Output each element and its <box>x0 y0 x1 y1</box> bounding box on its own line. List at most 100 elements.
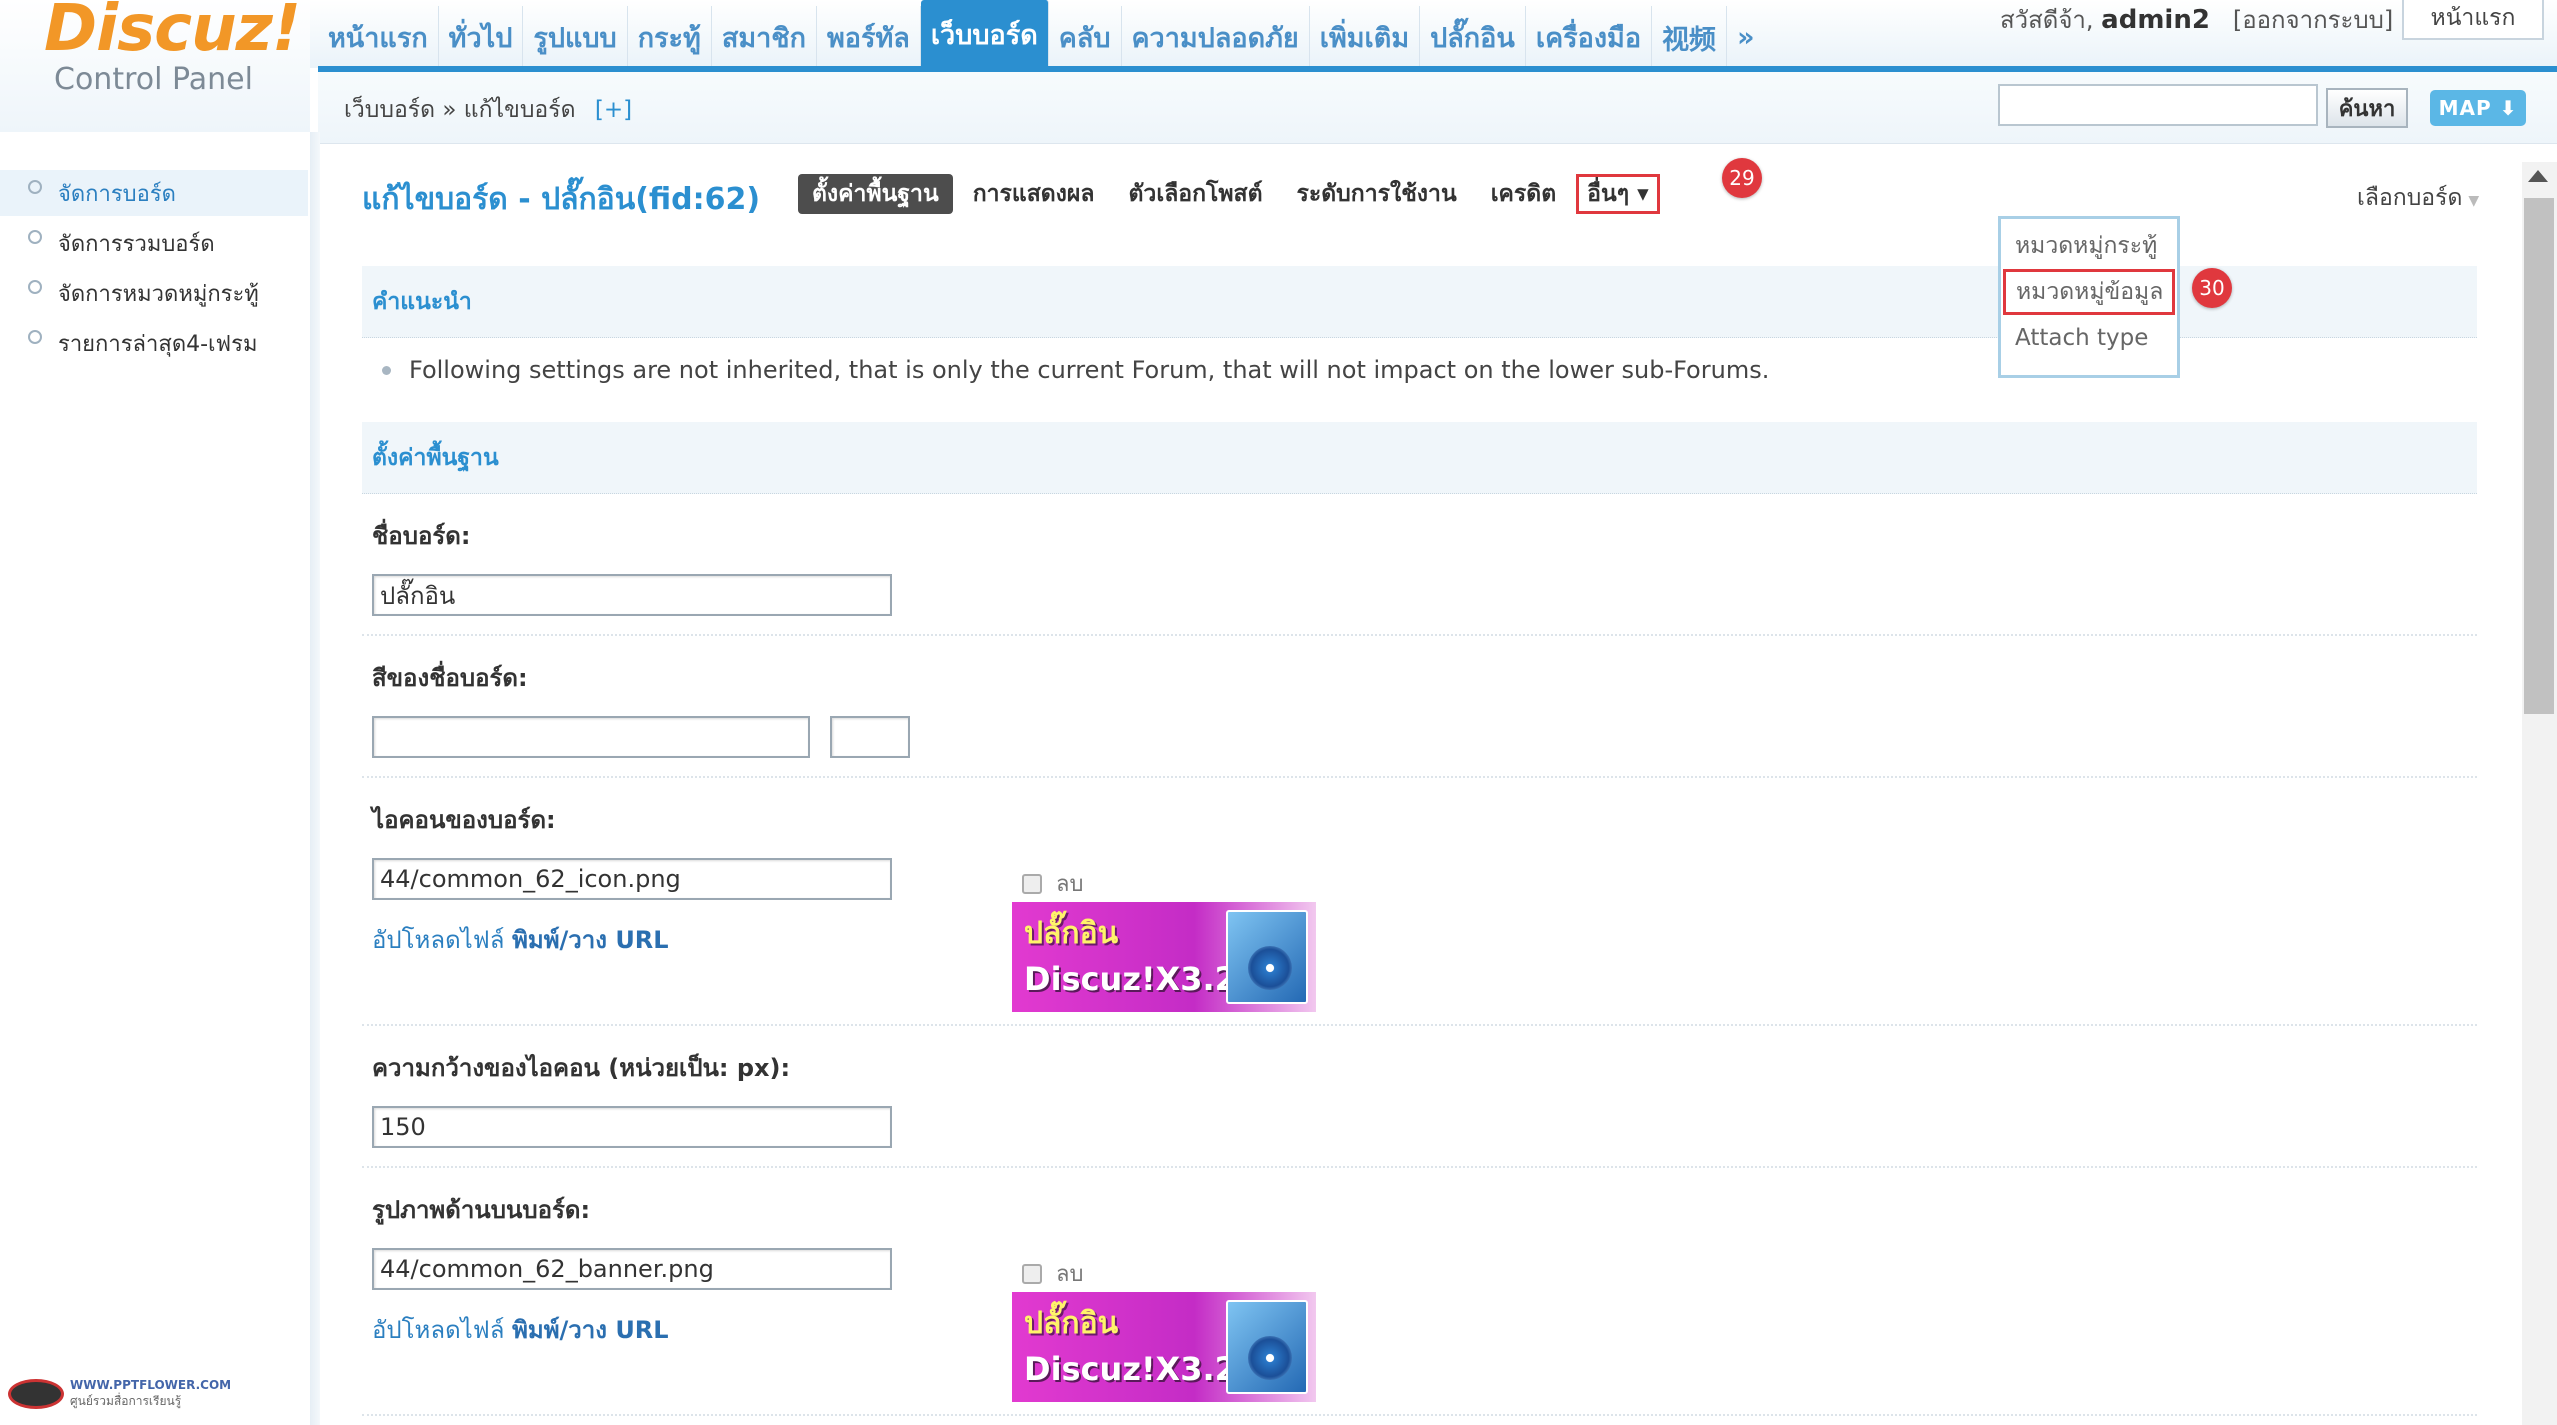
forum-banner-preview: ปลั๊กอิน Discuz!X3.2 <box>1012 1292 1316 1402</box>
main-content: แก้ไขบอร์ด - ปลั๊กอิน(fid:62) ตั้งค่าพื้… <box>362 150 2479 1425</box>
search-input[interactable] <box>1998 84 2318 126</box>
breadcrumb-text[interactable]: เว็บบอร์ด » แก้ไขบอร์ด <box>344 97 576 123</box>
tab-credits[interactable]: เครดิต <box>1477 174 1570 214</box>
forum-name-input[interactable]: ปลั๊กอิน <box>372 574 892 616</box>
forum-icon-input[interactable]: 44/common_62_icon.png <box>372 858 892 900</box>
icon-delete-checkbox[interactable]: ลบ <box>1022 866 1083 901</box>
menu-item-info-types[interactable]: หมวดหมู่ข้อมูล <box>2003 269 2175 315</box>
add-shortcut-link[interactable]: [+] <box>595 97 632 123</box>
home-button[interactable]: หน้าแรก <box>2402 0 2544 40</box>
logo-subtitle: Control Panel <box>54 62 253 97</box>
sidebar-item-label: จัดการบอร์ด <box>58 181 176 207</box>
watermark-logo-icon <box>8 1379 64 1409</box>
scrollbar-thumb[interactable] <box>2524 198 2554 714</box>
choose-forum-label: เลือกบอร์ด <box>2357 185 2463 211</box>
row-divider <box>362 1166 2477 1168</box>
nav-video[interactable]: 视频 <box>1652 6 1728 68</box>
row-divider <box>362 1024 2477 1026</box>
tip-text: Following settings are not inherited, th… <box>409 356 1770 384</box>
checkbox-icon[interactable] <box>1022 1263 1042 1284</box>
nav-threads[interactable]: กระทู้ <box>628 6 712 68</box>
nav-more[interactable]: » <box>1727 6 1764 68</box>
greeting: สวัสดีจ้า, <box>2000 6 2094 34</box>
icon-width-label: ความกว้างของไอคอน (หน่วยเป็น: px): <box>372 1054 791 1082</box>
plugin-image-line2: Discuz!X3.2 <box>1024 960 1237 998</box>
bullet-icon <box>28 280 42 294</box>
upload-file-link[interactable]: อัปโหลดไฟล์ <box>372 1316 504 1344</box>
nav-tools[interactable]: เครื่องมือ <box>1526 6 1653 68</box>
bullet-icon <box>28 230 42 244</box>
logo[interactable]: Discuz! Control Panel <box>0 0 310 132</box>
chevron-down-icon: ▼ <box>2468 193 2480 209</box>
sidebar-item-merge-forums[interactable]: จัดการรวมบอร์ด <box>0 220 308 266</box>
plugin-image-line2: Discuz!X3.2 <box>1024 1350 1237 1388</box>
tab-other-dropdown[interactable]: อื่นๆ ▾ <box>1576 174 1660 214</box>
nav-group[interactable]: คลับ <box>1049 6 1122 68</box>
nav-general[interactable]: ทั่วไป <box>439 6 524 68</box>
forum-color-input[interactable] <box>372 716 810 758</box>
plugin-image-line1: ปลั๊กอิน <box>1024 1306 1119 1341</box>
scroll-up-arrow-icon[interactable] <box>2528 170 2548 182</box>
nav-members[interactable]: สมาชิก <box>712 6 817 68</box>
paste-url-link[interactable]: พิมพ์/วาง URL <box>512 926 669 954</box>
forum-icon-preview: ปลั๊กอิน Discuz!X3.2 <box>1012 902 1316 1012</box>
sidebar-item-manage-forums[interactable]: จัดการบอร์ด <box>0 170 308 216</box>
icon-width-input[interactable]: 150 <box>372 1106 892 1148</box>
basic-settings-heading: ตั้งค่าพื้นฐาน <box>362 422 2477 494</box>
username: admin2 <box>2101 5 2210 35</box>
disc-icon <box>1248 946 1292 990</box>
watermark: WWW.PPTFLOWER.COM ศูนย์รวมสื่อการเรียนรู… <box>8 1372 231 1416</box>
user-area: สวัสดีจ้า, admin2 [ออกจากระบบ] <box>2000 0 2393 39</box>
banner-delete-checkbox[interactable]: ลบ <box>1022 1256 1083 1291</box>
tab-basic-settings[interactable]: ตั้งค่าพื้นฐาน <box>798 174 953 214</box>
sub-header: เว็บบอร์ด » แก้ไขบอร์ด [+] ค้นหา MAP ⬇ <box>318 72 2557 144</box>
bullet-icon <box>382 365 391 375</box>
bullet-icon <box>28 330 42 344</box>
nav-plugin[interactable]: ปลั๊กอิน <box>1420 6 1526 68</box>
main-nav: หน้าแรก ทั่วไป รูปแบบ กระทู้ สมาชิก พอร์… <box>318 0 1765 68</box>
choose-forum-dropdown[interactable]: เลือกบอร์ด ▼ <box>2357 180 2479 216</box>
delete-label: ลบ <box>1056 872 1084 897</box>
tab-display[interactable]: การแสดงผล <box>959 174 1109 214</box>
forum-banner-input[interactable]: 44/common_62_banner.png <box>372 1248 892 1290</box>
color-picker-swatch[interactable] <box>830 716 910 758</box>
forum-icon-label: ไอคอนของบอร์ด: <box>372 806 556 834</box>
tab-post-options[interactable]: ตัวเลือกโพสต์ <box>1114 174 1276 214</box>
sidebar-item-label: จัดการรวมบอร์ด <box>58 231 215 257</box>
banner-upload-links: อัปโหลดไฟล์ พิมพ์/วาง URL <box>372 1310 669 1349</box>
step-badge-30: 30 <box>2192 268 2232 308</box>
forum-banner-label: รูปภาพด้านบนบอร์ด: <box>372 1196 591 1224</box>
sidebar-divider <box>310 132 320 1425</box>
forum-name-label: ชื่อบอร์ด: <box>372 522 471 550</box>
map-button[interactable]: MAP ⬇ <box>2430 90 2526 126</box>
forum-color-label: สีของชื่อบอร์ด: <box>372 664 528 692</box>
sidebar-item-label: รายการล่าสุด4-เฟรม <box>58 331 258 357</box>
sidebar-item-thread-types[interactable]: จัดการหมวดหมู่กระทู้ <box>0 270 308 316</box>
nav-security[interactable]: ความปลอดภัย <box>1122 6 1310 68</box>
upload-file-link[interactable]: อัปโหลดไฟล์ <box>372 926 504 954</box>
nav-portal[interactable]: พอร์ทัล <box>817 6 921 68</box>
search-button[interactable]: ค้นหา <box>2326 88 2408 128</box>
icon-upload-links: อัปโหลดไฟล์ พิมพ์/วาง URL <box>372 920 669 959</box>
plugin-image-line1: ปลั๊กอิน <box>1024 916 1119 951</box>
edit-tabs: ตั้งค่าพื้นฐาน การแสดงผล ตัวเลือกโพสต์ ร… <box>798 174 1666 214</box>
nav-extended[interactable]: เพิ่มเติม <box>1310 6 1421 68</box>
watermark-line1: WWW.PPTFLOWER.COM <box>70 1377 232 1392</box>
watermark-line2: ศูนย์รวมสื่อการเรียนรู้ <box>70 1393 182 1408</box>
menu-item-thread-types[interactable]: หมวดหมู่กระทู้ <box>2001 223 2177 269</box>
checkbox-icon[interactable] <box>1022 873 1042 894</box>
logout-link[interactable]: [ออกจากระบบ] <box>2233 6 2393 34</box>
tab-permissions[interactable]: ระดับการใช้งาน <box>1283 174 1471 214</box>
nav-forum[interactable]: เว็บบอร์ด <box>920 0 1049 68</box>
bullet-icon <box>28 180 42 194</box>
nav-home[interactable]: หน้าแรก <box>318 6 439 68</box>
page-title: แก้ไขบอร์ด - ปลั๊กอิน(fid:62) <box>362 182 761 217</box>
paste-url-link[interactable]: พิมพ์/วาง URL <box>512 1316 669 1344</box>
other-dropdown-menu: หมวดหมู่กระทู้ หมวดหมู่ข้อมูล Attach typ… <box>1998 216 2180 378</box>
row-divider <box>362 1414 2477 1416</box>
sidebar-item-recent-frames[interactable]: รายการล่าสุด4-เฟรม <box>0 320 308 366</box>
nav-style[interactable]: รูปแบบ <box>523 6 628 68</box>
tip-item: Following settings are not inherited, th… <box>382 356 1769 384</box>
delete-label: ลบ <box>1056 1262 1084 1287</box>
menu-item-attach-type[interactable]: Attach type <box>2001 315 2177 361</box>
